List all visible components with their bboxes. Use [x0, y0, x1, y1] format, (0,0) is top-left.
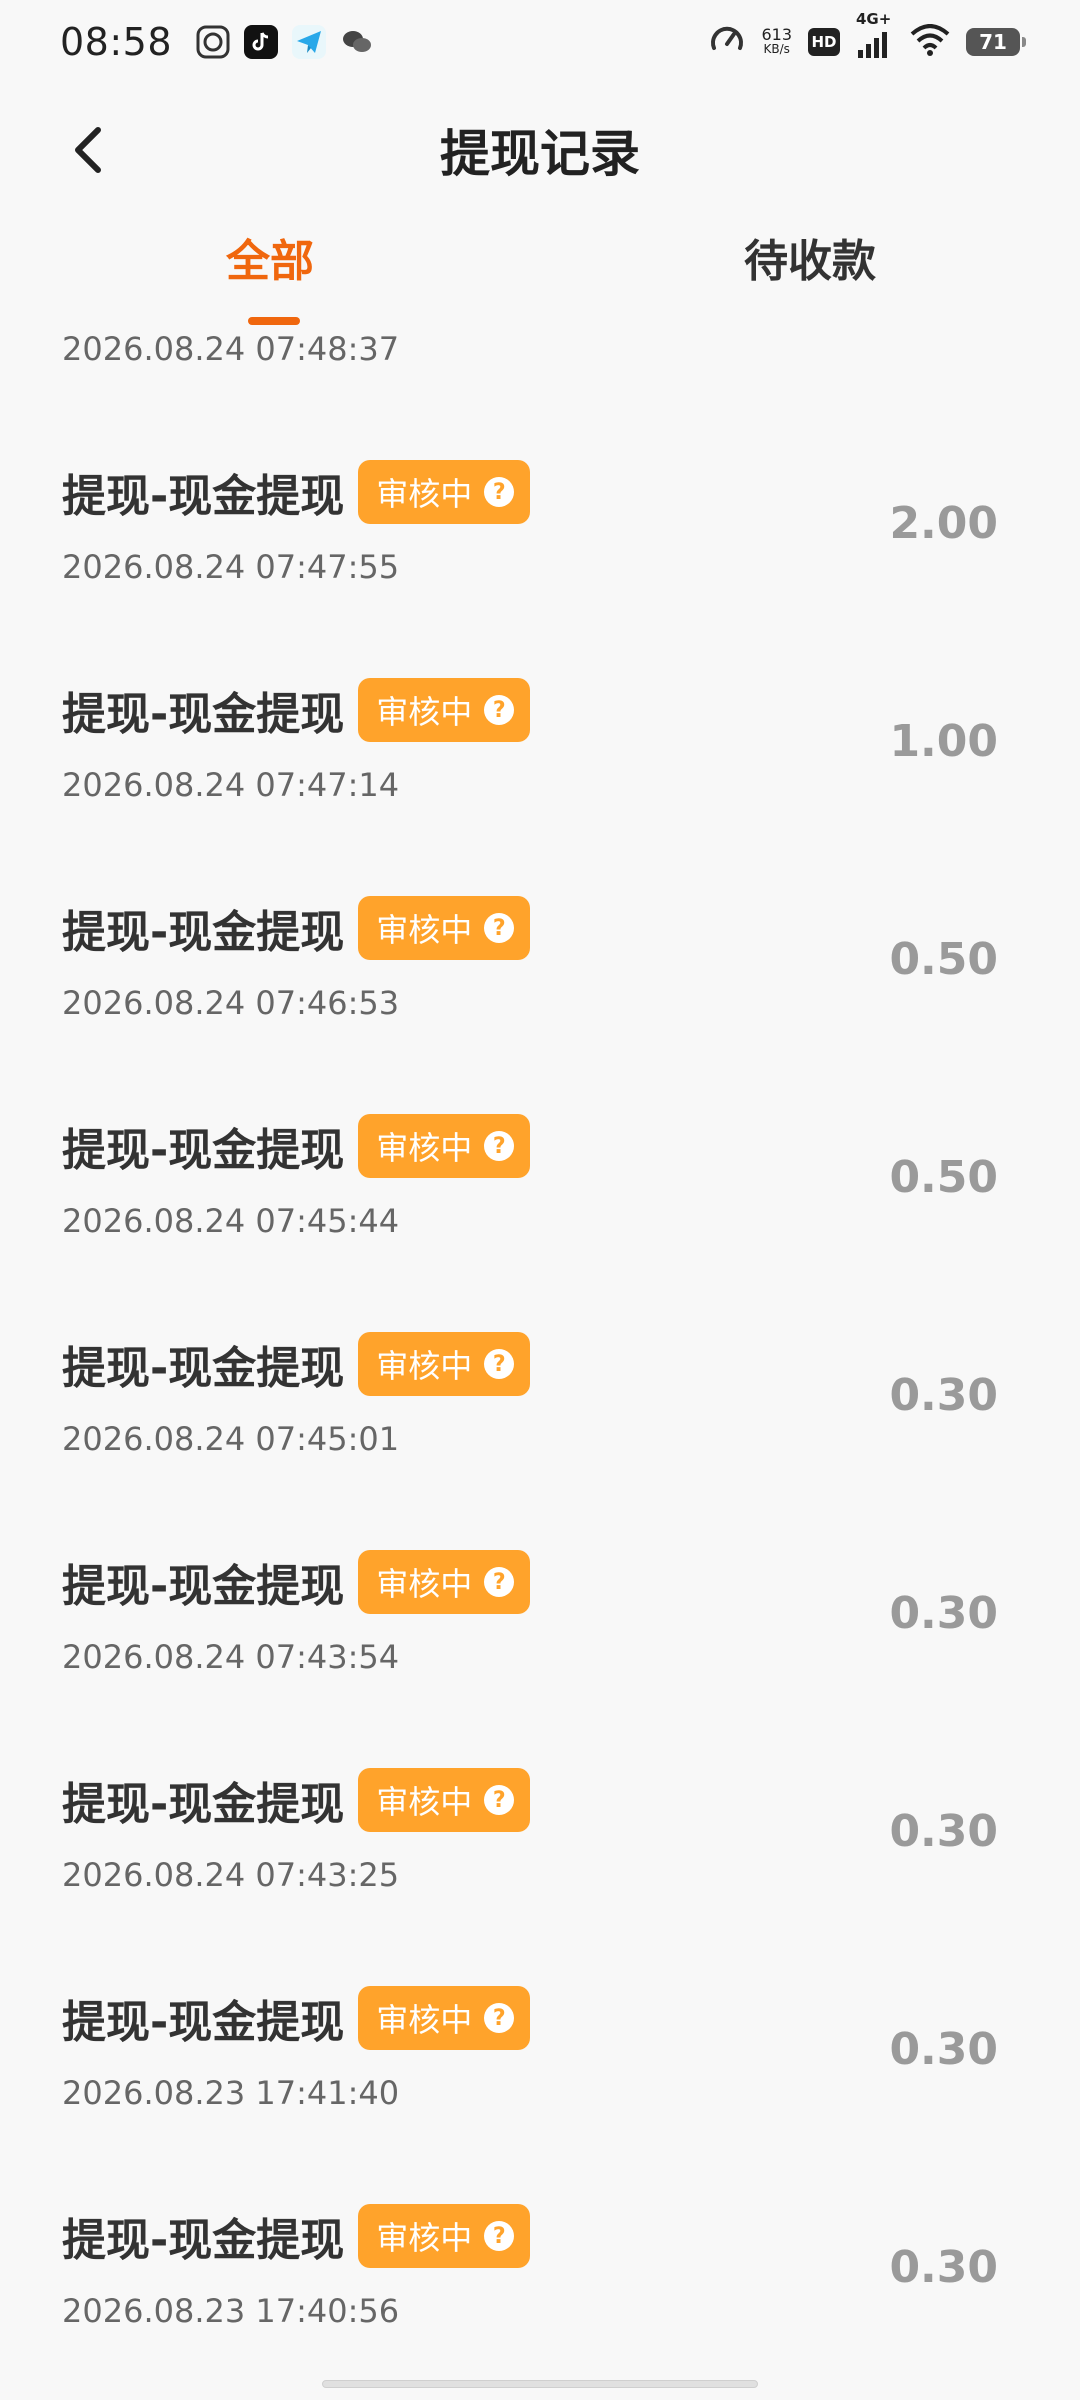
status-badge-label: 审核中 — [376, 2001, 473, 2039]
tab-all[interactable]: 全部 — [226, 225, 314, 289]
list-item[interactable]: 提现-现金提现 审核中? 2026.08.23 17:41:40 0.30 — [0, 1856, 1080, 2112]
question-mark-icon[interactable]: ? — [484, 1349, 515, 1379]
question-mark-icon[interactable]: ? — [484, 2221, 515, 2251]
list-item[interactable]: 提现-现金提现 审核中? 2026.08.24 07:47:14 1.00 — [0, 548, 1080, 804]
status-time: 08:58 — [60, 20, 173, 64]
system-status: 613 KB/s HD 4G+ 71 — [709, 10, 1026, 62]
record-title: 提现-现金提现 — [62, 1125, 345, 1176]
record-title-row: 提现-现金提现 审核中? — [62, 1768, 531, 1832]
list-item[interactable]: 提现-现金提现 审核中? 2026.08.24 07:46:53 0.50 — [0, 766, 1080, 1022]
record-amount: 0.30 — [889, 2024, 998, 2075]
record-date: 2026.08.23 17:40:56 — [62, 2292, 400, 2330]
list-item[interactable]: 提现-现金提现 审核中? 2026.08.24 07:47:55 2.00 — [0, 330, 1080, 586]
record-title-row: 提现-现金提现 审核中? — [62, 1332, 531, 1396]
record-title-row: 提现-现金提现 审核中? — [62, 1986, 531, 2050]
hd-badge: HD — [808, 28, 840, 56]
status-badge-label: 审核中 — [376, 693, 473, 731]
record-amount: 2.00 — [889, 498, 998, 549]
record-title: 提现-现金提现 — [62, 689, 345, 740]
withdrawal-records-screen: 08:58 613 KB/s HD 4G+ 71 提现记录 全部 待收款 202… — [0, 0, 1080, 2400]
notification-icons — [196, 25, 374, 59]
record-title-row: 提现-现金提现 审核中? — [62, 2204, 531, 2268]
page-title: 提现记录 — [440, 125, 640, 183]
wechat-icon — [340, 25, 374, 59]
status-badge[interactable]: 审核中? — [358, 1986, 531, 2050]
question-mark-icon[interactable]: ? — [484, 2003, 515, 2033]
list-item[interactable]: 提现-现金提现 审核中? 2026.08.24 07:45:01 0.30 — [0, 1202, 1080, 1458]
record-title-row: 提现-现金提现 审核中? — [62, 896, 531, 960]
telegram-icon — [292, 25, 327, 59]
record-title: 提现-现金提现 — [62, 471, 345, 522]
question-mark-icon[interactable]: ? — [484, 1785, 515, 1815]
record-amount: 0.50 — [889, 934, 998, 985]
tab-pending-payment[interactable]: 待收款 — [744, 225, 876, 289]
chevron-left-icon — [75, 127, 101, 173]
status-badge[interactable]: 审核中? — [358, 1114, 531, 1178]
record-title: 提现-现金提现 — [62, 1779, 345, 1830]
record-title-row: 提现-现金提现 审核中? — [62, 1114, 531, 1178]
status-badge-label: 审核中 — [376, 1783, 473, 1821]
record-amount: 0.30 — [889, 1588, 998, 1639]
face-app-icon — [196, 25, 230, 59]
status-badge-label: 审核中 — [376, 1347, 473, 1385]
battery-indicator: 71 — [966, 28, 1026, 56]
list-item[interactable]: 提现-现金提现 审核中? 2026.08.24 07:45:44 0.50 — [0, 984, 1080, 1240]
question-mark-icon[interactable]: ? — [484, 695, 515, 725]
question-mark-icon[interactable]: ? — [484, 913, 515, 943]
list-item[interactable]: 提现-现金提现 审核中? 2026.08.24 07:43:25 0.30 — [0, 1638, 1080, 1894]
status-badge[interactable]: 审核中? — [358, 678, 531, 742]
status-badge-label: 审核中 — [376, 475, 473, 513]
status-badge[interactable]: 审核中? — [358, 2204, 531, 2268]
status-badge-label: 审核中 — [376, 1129, 473, 1167]
record-title: 提现-现金提现 — [62, 2215, 345, 2266]
status-badge-label: 审核中 — [376, 2219, 473, 2257]
record-title-row: 提现-现金提现 审核中? — [62, 1550, 531, 1614]
record-title: 提现-现金提现 — [62, 1343, 345, 1394]
list-item[interactable]: 提现-现金提现 审核中? 2026.08.24 07:43:54 0.30 — [0, 1420, 1080, 1676]
record-title: 提现-现金提现 — [62, 1997, 345, 2048]
record-title-row: 提现-现金提现 审核中? — [62, 678, 531, 742]
record-amount: 0.50 — [889, 1152, 998, 1203]
withdrawal-record-list[interactable]: 2026.08.24 07:48:37 提现-现金提现 审核中? 2026.08.2… — [0, 330, 1080, 2400]
status-badge[interactable]: 审核中? — [358, 460, 531, 524]
record-title-row: 提现-现金提现 审核中? — [62, 460, 531, 524]
network-speed: 613 KB/s — [761, 25, 792, 57]
status-badge-label: 审核中 — [376, 1565, 473, 1603]
nav-header: 提现记录 — [0, 100, 1080, 200]
status-bar: 08:58 613 KB/s HD 4G+ 71 — [0, 0, 1080, 84]
status-badge[interactable]: 审核中? — [358, 896, 531, 960]
status-badge[interactable]: 审核中? — [358, 1332, 531, 1396]
signal-strength: 4G+ — [856, 10, 894, 60]
record-amount: 0.30 — [889, 1370, 998, 1421]
active-tab-indicator — [248, 317, 300, 325]
question-mark-icon[interactable]: ? — [484, 1567, 515, 1597]
record-amount: 0.30 — [889, 2242, 998, 2293]
question-mark-icon[interactable]: ? — [484, 477, 515, 507]
tab-bar: 全部 待收款 — [0, 225, 1080, 335]
back-button[interactable] — [60, 122, 116, 178]
record-amount: 1.00 — [889, 716, 998, 767]
question-mark-icon[interactable]: ? — [484, 1131, 515, 1161]
record-title: 提现-现金提现 — [62, 907, 345, 958]
status-badge-label: 审核中 — [376, 911, 473, 949]
status-badge[interactable]: 审核中? — [358, 1768, 531, 1832]
status-badge[interactable]: 审核中? — [358, 1550, 531, 1614]
network-type-label: 4G+ — [856, 10, 892, 28]
speedometer-icon — [709, 22, 745, 62]
tiktok-icon — [244, 25, 279, 59]
list-item[interactable]: 提现-现金提现 审核中? 2026.08.23 17:40:56 0.30 — [0, 2074, 1080, 2330]
wifi-icon — [910, 24, 950, 60]
record-title: 提现-现金提现 — [62, 1561, 345, 1612]
record-amount: 0.30 — [889, 1806, 998, 1857]
home-indicator[interactable] — [322, 2380, 758, 2388]
